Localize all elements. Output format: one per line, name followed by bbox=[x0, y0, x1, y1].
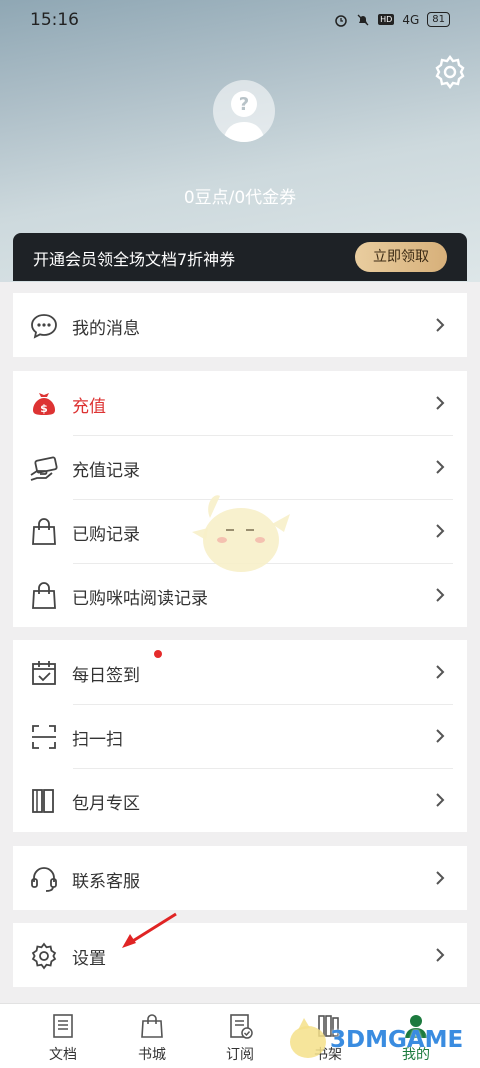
chevron-right-icon bbox=[436, 460, 445, 474]
menu-item-scan[interactable]: 扫一扫 bbox=[13, 704, 467, 768]
notification-dot bbox=[154, 650, 162, 658]
chevron-right-icon bbox=[436, 793, 445, 807]
chevron-right-icon bbox=[436, 871, 445, 885]
chevron-right-icon bbox=[436, 318, 445, 332]
menu-item-label: 设置 bbox=[72, 949, 106, 969]
menu-item-label: 已购咪咕阅读记录 bbox=[72, 589, 208, 609]
menu-group-support: 联系客服 bbox=[13, 846, 467, 910]
menu-item-daily-checkin[interactable]: 每日签到 bbox=[13, 640, 467, 704]
network-label: 4G bbox=[402, 12, 420, 27]
question-avatar-icon: ? bbox=[223, 91, 265, 142]
menu-group-settings: 设置 bbox=[13, 923, 467, 987]
menu-item-label: 每日签到 bbox=[72, 666, 140, 686]
mute-bell-icon bbox=[357, 14, 369, 25]
vip-banner-text: 开通会员领全场文档7折神券 bbox=[33, 250, 236, 269]
card-hand-icon bbox=[30, 456, 58, 481]
tab-label: 文档 bbox=[49, 1047, 77, 1063]
chevron-right-icon bbox=[436, 396, 445, 410]
tab-label: 订阅 bbox=[226, 1047, 254, 1063]
vip-banner[interactable]: 开通会员领全场文档7折神券 立即领取 bbox=[13, 233, 467, 281]
tab-label: 书城 bbox=[138, 1047, 166, 1063]
book-stack-icon bbox=[32, 789, 54, 813]
menu-item-label: 已购记录 bbox=[72, 525, 140, 545]
menu-item-label: 联系客服 bbox=[72, 872, 140, 892]
chevron-right-icon bbox=[436, 665, 445, 679]
gear-icon bbox=[31, 942, 57, 970]
annotation-arrow-icon bbox=[122, 912, 177, 948]
chevron-right-icon bbox=[436, 588, 445, 602]
status-bar: 15:16 HD 4G 81 bbox=[0, 0, 480, 40]
status-time: 15:16 bbox=[30, 10, 79, 30]
menu-item-messages[interactable]: 我的消息 bbox=[13, 293, 467, 357]
menu-group-messages: 我的消息 bbox=[13, 293, 467, 357]
status-icons: HD 4G 81 bbox=[334, 12, 450, 27]
menu-item-monthly-zone[interactable]: 包月专区 bbox=[13, 768, 467, 832]
bag-icon bbox=[141, 1014, 163, 1038]
tab-bookstore[interactable]: 书城 bbox=[104, 1004, 200, 1068]
message-bubble-icon bbox=[31, 314, 57, 339]
headset-icon bbox=[31, 867, 57, 892]
document-icon bbox=[53, 1014, 73, 1038]
chevron-right-icon bbox=[436, 729, 445, 743]
menu-item-label: 我的消息 bbox=[72, 319, 140, 339]
menu-item-label: 扫一扫 bbox=[72, 730, 123, 750]
settings-gear-icon[interactable] bbox=[432, 54, 468, 90]
scan-icon bbox=[32, 725, 56, 749]
menu-item-label: 包月专区 bbox=[72, 794, 140, 814]
battery-icon: 81 bbox=[427, 12, 450, 27]
menu-item-customer-service[interactable]: 联系客服 bbox=[13, 846, 467, 910]
alarm-icon bbox=[335, 14, 347, 27]
menu-item-settings[interactable]: 设置 bbox=[13, 923, 467, 987]
calendar-check-icon bbox=[32, 661, 56, 685]
hd-icon: HD bbox=[378, 14, 395, 25]
chevron-right-icon bbox=[436, 524, 445, 538]
chevron-right-icon bbox=[436, 948, 445, 962]
svg-text:$: $ bbox=[40, 402, 48, 415]
profile-header: 15:16 HD 4G 81 ? 0豆点/0代金券 开通会员领全场文档7折神券 … bbox=[0, 0, 480, 282]
menu-item-label: 充值记录 bbox=[72, 461, 140, 481]
shopping-bag-icon bbox=[32, 518, 56, 545]
mascot-icon bbox=[192, 495, 290, 572]
money-bag-icon: $ bbox=[33, 393, 55, 415]
svg-text:?: ? bbox=[239, 94, 249, 115]
menu-item-recharge[interactable]: $ 充值 bbox=[13, 371, 467, 435]
points-balance: 0豆点/0代金券 bbox=[183, 188, 297, 208]
claim-coupon-button[interactable]: 立即领取 bbox=[355, 242, 447, 272]
menu-group-tools: 每日签到 扫一扫 包月专区 bbox=[13, 640, 467, 832]
menu-item-label: 充值 bbox=[72, 397, 106, 417]
shopping-bag-icon bbox=[32, 582, 56, 609]
tab-subscribe[interactable]: 订阅 bbox=[192, 1004, 288, 1068]
subscribe-icon bbox=[230, 1014, 253, 1039]
avatar[interactable]: ? bbox=[213, 80, 275, 142]
tab-documents[interactable]: 文档 bbox=[15, 1004, 111, 1068]
watermark-text: 3DMGAME bbox=[330, 1027, 464, 1053]
